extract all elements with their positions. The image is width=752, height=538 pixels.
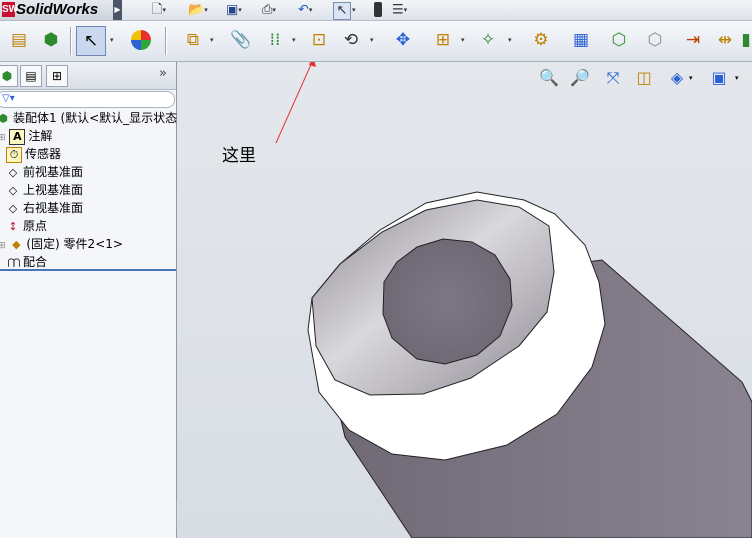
rebuild-icon[interactable]: ⬡ — [606, 27, 632, 53]
smart-fasteners-icon[interactable]: ⊡ — [306, 27, 332, 53]
plane-icon: ◇ — [8, 183, 18, 197]
tree-item-origin[interactable]: ↕ 原点 — [0, 217, 176, 235]
bill-of-materials-icon[interactable]: ▦ — [568, 27, 594, 53]
expand-icon[interactable]: ⊞ — [0, 133, 6, 143]
property-manager-tab[interactable]: ▤ — [20, 65, 42, 87]
tree-item-top-plane[interactable]: ◇ 上视基准面 — [0, 181, 176, 199]
paperclip-mate-icon[interactable]: 📎 — [228, 27, 254, 53]
graphics-viewport[interactable]: 🔍 🔎 ⤧ ◫ ◈ ▾ ▣ ▾ 这里 — [177, 62, 752, 538]
tree-item-label: 原点 — [23, 219, 48, 233]
solidworks-logo[interactable]: SW SolidWorks ▶ — [0, 0, 122, 20]
sensor-icon: ⏱ — [6, 146, 22, 163]
tree-item-label: 右视基准面 — [23, 201, 84, 215]
interference-detection-icon[interactable]: ⬡ — [642, 27, 668, 53]
assembly-icon: ⬢ — [0, 111, 8, 125]
assembly-features-icon[interactable]: ✧ — [475, 27, 501, 53]
feature-manager-panel: ⬢ ▤ ⊞ » ▽▾ ⬢ 装配体1 (默认<默认_显示状态 ⊞ A 注解 ⏱ 传感器 … — [0, 62, 177, 538]
toolbar-separator — [70, 27, 72, 55]
tree-item-front-plane[interactable]: ◇ 前视基准面 — [0, 163, 176, 181]
tree-item-label: 前视基准面 — [23, 165, 84, 179]
show-hidden-icon[interactable]: ⊞ — [430, 27, 456, 53]
hole-alignment-icon[interactable]: ⇹ — [712, 27, 738, 53]
appearance-ball-icon[interactable] — [128, 27, 154, 53]
assembly-features-dropdown-icon[interactable]: ▾ — [508, 36, 512, 44]
origin-icon: ↕ — [8, 219, 18, 233]
tree-item-label: 配合 — [23, 255, 48, 269]
panel-expand-icon[interactable]: » — [159, 66, 167, 81]
plane-icon: ◇ — [8, 201, 18, 215]
options-icon[interactable]: ☰▾ — [392, 2, 407, 18]
expand-icon[interactable]: ⊞ — [0, 241, 6, 251]
linear-pattern-dropdown-icon[interactable]: ▾ — [292, 36, 296, 44]
annotation-note: 这里 — [222, 146, 256, 166]
configuration-manager-tab[interactable]: ⊞ — [46, 65, 68, 87]
tree-item-label: 传感器 — [25, 147, 62, 161]
command-toolbar: ▤ ⬢ ↖ ▾ ⧉ ▾ 📎 ⁞⁞ ▾ ⊡ ⟲ ▾ ✥ ⊞ ▾ ✧ ▾ ⚙ ▦ ⬡… — [0, 21, 752, 62]
plane-icon: ◇ — [8, 165, 18, 179]
component-insert-icon[interactable]: ⬢ — [38, 27, 64, 53]
clearance-icon[interactable]: ⇥ — [680, 27, 706, 53]
select-arrow-icon[interactable]: ↖ — [76, 26, 106, 56]
tree-item-part[interactable]: ⊞ ◆ (固定) 零件2<1> — [0, 235, 176, 253]
annotation-arrow — [275, 62, 313, 144]
tree-item-right-plane[interactable]: ◇ 右视基准面 — [0, 199, 176, 217]
reference-geometry-icon[interactable]: ⚙ — [528, 27, 554, 53]
tree-item-label: 上视基准面 — [23, 183, 84, 197]
tree-item-sensors[interactable]: ⏱ 传感器 — [0, 145, 176, 163]
extra-button-icon[interactable]: ▮ — [740, 27, 752, 53]
linear-pattern-icon[interactable]: ⁞⁞ — [262, 27, 288, 53]
panel-tabs: ⬢ ▤ ⊞ » — [0, 62, 176, 90]
tree-item-label: (固定) 零件2<1> — [26, 237, 123, 251]
tree-filter[interactable]: ▽▾ — [0, 91, 175, 108]
print-icon[interactable]: ⎙▾ — [262, 2, 276, 18]
insert-components-dropdown-icon[interactable]: ▾ — [210, 36, 214, 44]
rebuild-traffic-light-icon[interactable] — [374, 2, 382, 17]
logo-mark: SW — [2, 2, 19, 17]
feature-manager-tab[interactable]: ⬢ — [0, 65, 18, 87]
mates-icon: ⋂⋂ — [7, 257, 21, 268]
select-dropdown-icon[interactable]: ▾ — [352, 2, 356, 18]
rollback-bar[interactable] — [0, 269, 176, 271]
annotations-icon: A — [9, 128, 26, 145]
tree-item-label: 装配体1 (默认<默认_显示状态 — [13, 111, 178, 125]
model-graphics — [275, 62, 752, 538]
open-folder-icon[interactable]: 📂▾ — [188, 2, 208, 18]
move-component-dropdown-icon[interactable]: ▾ — [370, 36, 374, 44]
exploded-view-icon[interactable]: ✥ — [390, 27, 416, 53]
title-bar: SW SolidWorks ▶ 🗋▾ 📂▾ ▣▾ ⎙▾ ↶▾ ↖ ▾ ☰▾ — [0, 0, 752, 21]
toolbar-separator — [165, 27, 167, 55]
tree-item-label: 注解 — [28, 129, 53, 143]
tree-item-assembly[interactable]: ⬢ 装配体1 (默认<默认_显示状态 — [0, 109, 178, 127]
save-icon[interactable]: ▣▾ — [226, 2, 242, 18]
part-icon: ◆ — [12, 237, 21, 251]
menu-expand-arrow-icon[interactable]: ▶ — [113, 0, 122, 20]
filter-icon[interactable]: ▽▾ — [2, 92, 15, 106]
undo-icon[interactable]: ↶▾ — [298, 2, 312, 18]
new-document-icon[interactable]: 🗋▾ — [152, 2, 166, 18]
move-component-icon[interactable]: ⟲ — [338, 27, 364, 53]
insert-components-icon[interactable]: ⧉ — [180, 27, 206, 53]
select-dropdown-icon[interactable]: ▾ — [110, 36, 114, 44]
show-hidden-dropdown-icon[interactable]: ▾ — [461, 36, 465, 44]
app-title: SolidWorks — [16, 1, 99, 18]
assembly-properties-icon[interactable]: ▤ — [6, 27, 32, 53]
select-pointer-icon[interactable]: ↖ — [333, 2, 351, 20]
tree-item-annotations[interactable]: ⊞ A 注解 — [0, 127, 176, 145]
